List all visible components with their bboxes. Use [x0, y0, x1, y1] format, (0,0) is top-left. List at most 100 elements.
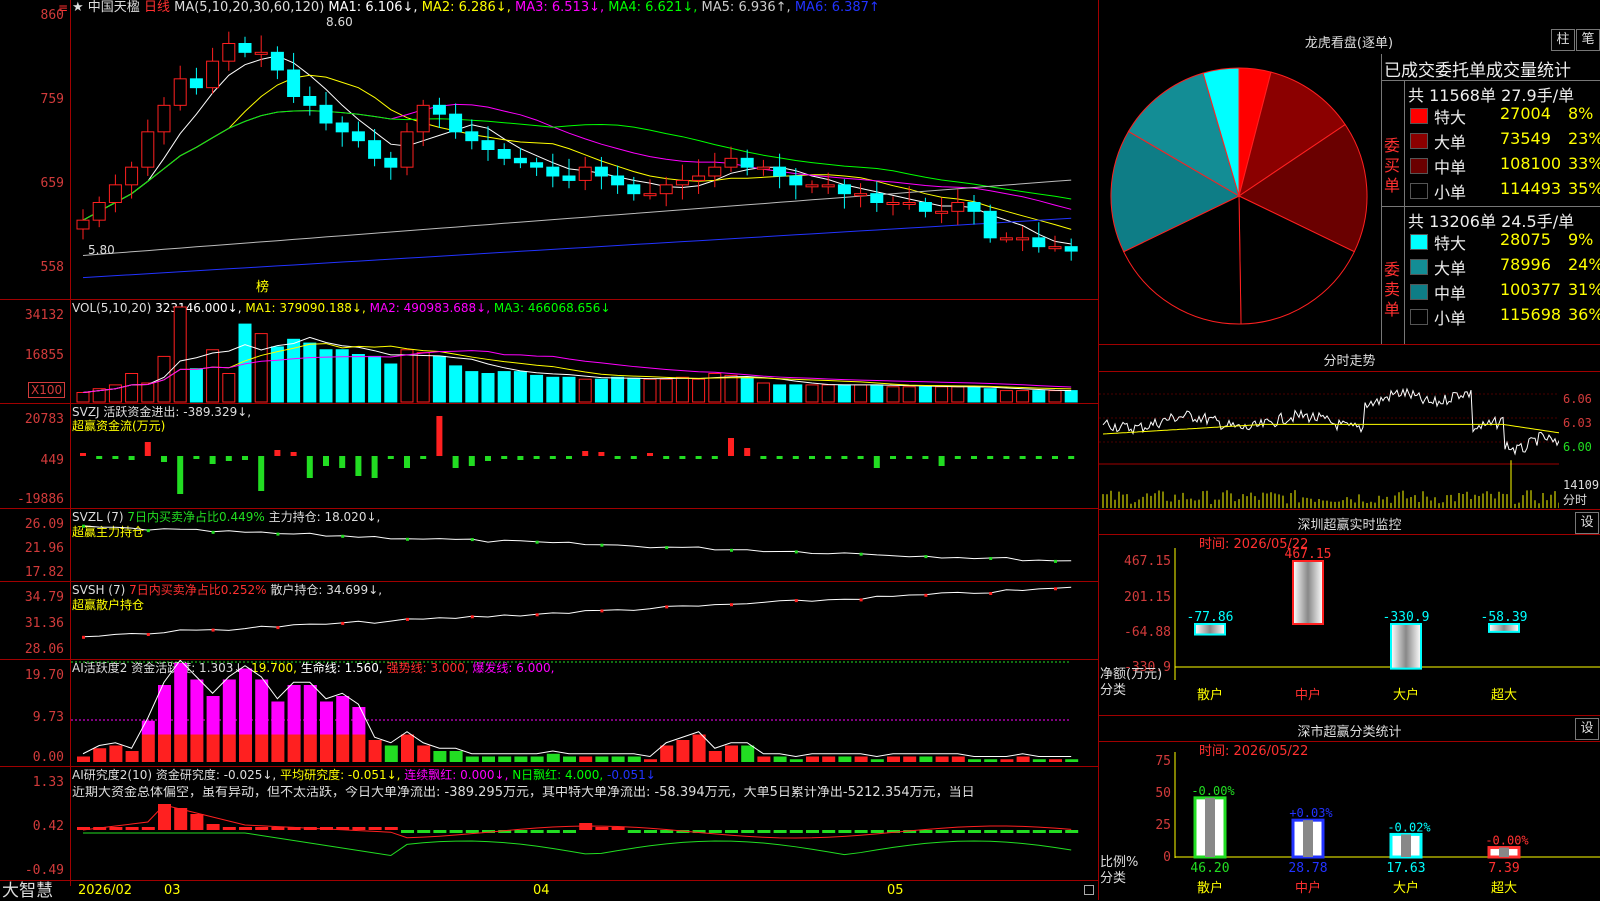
research-bar	[255, 827, 269, 830]
holding-dot	[82, 635, 85, 639]
sz-monitor-settings-button[interactable]: 设	[1575, 512, 1599, 534]
class-change: -0.02%	[1387, 820, 1431, 834]
order-val: 73549	[1500, 129, 1551, 148]
svzl-axis-label: 17.82	[24, 565, 64, 580]
volume-bar	[481, 373, 495, 403]
price-panel[interactable]: ≡ ★ 中国天楹 日线 MA(5,10,20,30,60,120) MA1: 6…	[0, 0, 1098, 300]
class-value: 46.20	[1190, 861, 1229, 876]
intraday-price-line	[1102, 387, 1559, 456]
candle-body	[141, 131, 155, 168]
research-bar	[806, 830, 819, 833]
activity-bar	[1032, 759, 1046, 762]
candle-body	[449, 113, 463, 133]
candle-body	[951, 202, 965, 212]
candlestick-chart[interactable]	[71, 0, 1098, 299]
sz-class-title: 深市超赢分类统计	[1297, 725, 1402, 740]
research-bar	[1049, 830, 1062, 833]
flow-bar	[258, 456, 265, 491]
activity-bar	[303, 734, 317, 762]
candle-body	[724, 157, 738, 168]
lock-icon[interactable]	[1084, 885, 1094, 895]
bang-marker[interactable]: 榜	[256, 281, 269, 295]
sz-class-chart[interactable]: 75 50 25 0 -0.00% 46.20 散户 +0.03% 28.78 中户 -0.02% 1…	[1099, 746, 1600, 900]
order-name: 特大	[1434, 234, 1467, 253]
class-value: 7.39	[1488, 861, 1519, 876]
svzj-panel[interactable]: SVZJ 活跃资金进出: -389.329↓, 超赢资金流(万元) 20783 …	[0, 404, 1098, 509]
intraday-chart[interactable]	[1099, 372, 1559, 509]
ai-research-chart[interactable]	[71, 767, 1098, 879]
volume-bar	[335, 349, 349, 403]
ai-activity-chart[interactable]	[71, 660, 1098, 766]
price-axis-label: 759	[40, 92, 64, 107]
svzl-panel[interactable]: SVZL (7) 7日内买卖净占比0.449% 主力持仓: 18.020↓, 超…	[0, 509, 1098, 582]
flow-bar	[1019, 456, 1026, 459]
research-bar	[352, 827, 366, 830]
order-stats-table: 已成交委托单成交量统计 委买单 委卖单 共 11568单 27.9手/单 共 1…	[1381, 54, 1600, 344]
sz-monitor-panel[interactable]: 深圳超赢实时监控 设 时间: 2026/05/22 467.15 201.15 -6…	[1099, 510, 1600, 716]
class-axis-label: 0	[1163, 850, 1171, 865]
monitor-axis-label: -64.88	[1124, 625, 1171, 640]
sz-class-settings-button[interactable]: 设	[1575, 718, 1599, 740]
activity-bar-top	[303, 685, 317, 735]
class-bar-shade	[1499, 847, 1509, 857]
flow-bar	[306, 456, 313, 478]
longhu-panel[interactable]: 龙虎看盘(逐单) 柱 笔 已成交委托单成交量统计 委买单 委卖单 共 11568…	[1099, 0, 1600, 345]
holding-dot	[535, 540, 539, 544]
date-label: 04	[533, 883, 550, 898]
activity-bar	[498, 756, 512, 762]
intraday-title: 分时走势	[1323, 354, 1376, 369]
sz-monitor-chart[interactable]: 467.15 201.15 -64.88 -330.9 -77.86 散户 467.15 中户…	[1099, 540, 1600, 715]
activity-bar	[368, 740, 382, 762]
volume-chart[interactable]	[71, 300, 1098, 403]
class-change: +0.03%	[1289, 806, 1333, 820]
holding-dot	[859, 552, 863, 556]
svsh-chart[interactable]	[71, 582, 1098, 659]
svsh-panel[interactable]: SVSH (7) 7日内买卖净占比0.252% 散户持仓: 34.699↓, 超…	[0, 582, 1098, 660]
legend-swatch	[1410, 133, 1428, 149]
candle-body	[254, 51, 268, 55]
volume-bar	[254, 333, 268, 403]
flow-bar	[290, 452, 297, 456]
monitor-axis-label: 201.15	[1124, 590, 1171, 605]
svzl-chart[interactable]	[71, 509, 1098, 581]
order-pie-chart[interactable]	[1109, 62, 1369, 338]
sz-monitor-title: 深圳超赢实时监控	[1297, 518, 1402, 533]
intraday-panel[interactable]: 分时走势 6.06 6.03 6.00 14109 分时	[1099, 345, 1600, 510]
monitor-bar	[1194, 623, 1226, 636]
ai-activity-panel[interactable]: AI活跃度2 资金活跃度: 1.303↓, 19.700, 生命线: 1.560…	[0, 660, 1098, 767]
date-axis-bar[interactable]: 大智慧 2026/02 03 04 05	[0, 880, 1098, 901]
flow-bar	[695, 456, 702, 459]
research-bar	[417, 830, 431, 833]
column-mode-button[interactable]: 柱	[1551, 29, 1575, 51]
volume-bar	[821, 384, 835, 403]
activity-bar	[579, 756, 593, 762]
holding-dot	[600, 543, 604, 547]
volume-bar	[76, 392, 90, 403]
research-bar	[563, 830, 576, 833]
svzj-chart[interactable]	[71, 404, 1098, 508]
flow-bar	[80, 453, 86, 456]
activity-bar-top	[206, 696, 220, 735]
ai-research-panel[interactable]: AI研究度2(10) 资金研究度: -0.025↓, 平均研究度: -0.051…	[0, 767, 1098, 879]
candle-body	[432, 104, 446, 115]
research-bar	[1065, 830, 1079, 833]
volume-bar	[173, 306, 187, 403]
volume-bar	[837, 384, 851, 403]
flow-bar	[663, 456, 670, 459]
tick-mode-button[interactable]: 笔	[1576, 29, 1600, 51]
research-bar	[870, 830, 884, 833]
sz-class-panel[interactable]: 深市超赢分类统计 设 时间: 2026/05/22 75 50 25 0 -0.00% 4…	[1099, 716, 1600, 900]
research-bar	[935, 830, 949, 833]
volume-bar	[724, 374, 738, 403]
research-bar	[465, 830, 479, 833]
volume-bar	[611, 376, 625, 403]
flow-bar	[468, 456, 475, 466]
class-value: 28.78	[1288, 861, 1327, 876]
volume-panel[interactable]: VOL(5,10,20) 323146.000↓, MA1: 379090.18…	[0, 300, 1098, 404]
left-chart-area[interactable]: ≡ ★ 中国天楹 日线 MA(5,10,20,30,60,120) MA1: 6…	[0, 0, 1099, 900]
order-name: 大单	[1434, 259, 1467, 278]
flow-bar	[485, 456, 491, 461]
holding-line	[82, 525, 1072, 562]
volume-bar	[773, 384, 787, 403]
research-bar	[968, 830, 981, 833]
